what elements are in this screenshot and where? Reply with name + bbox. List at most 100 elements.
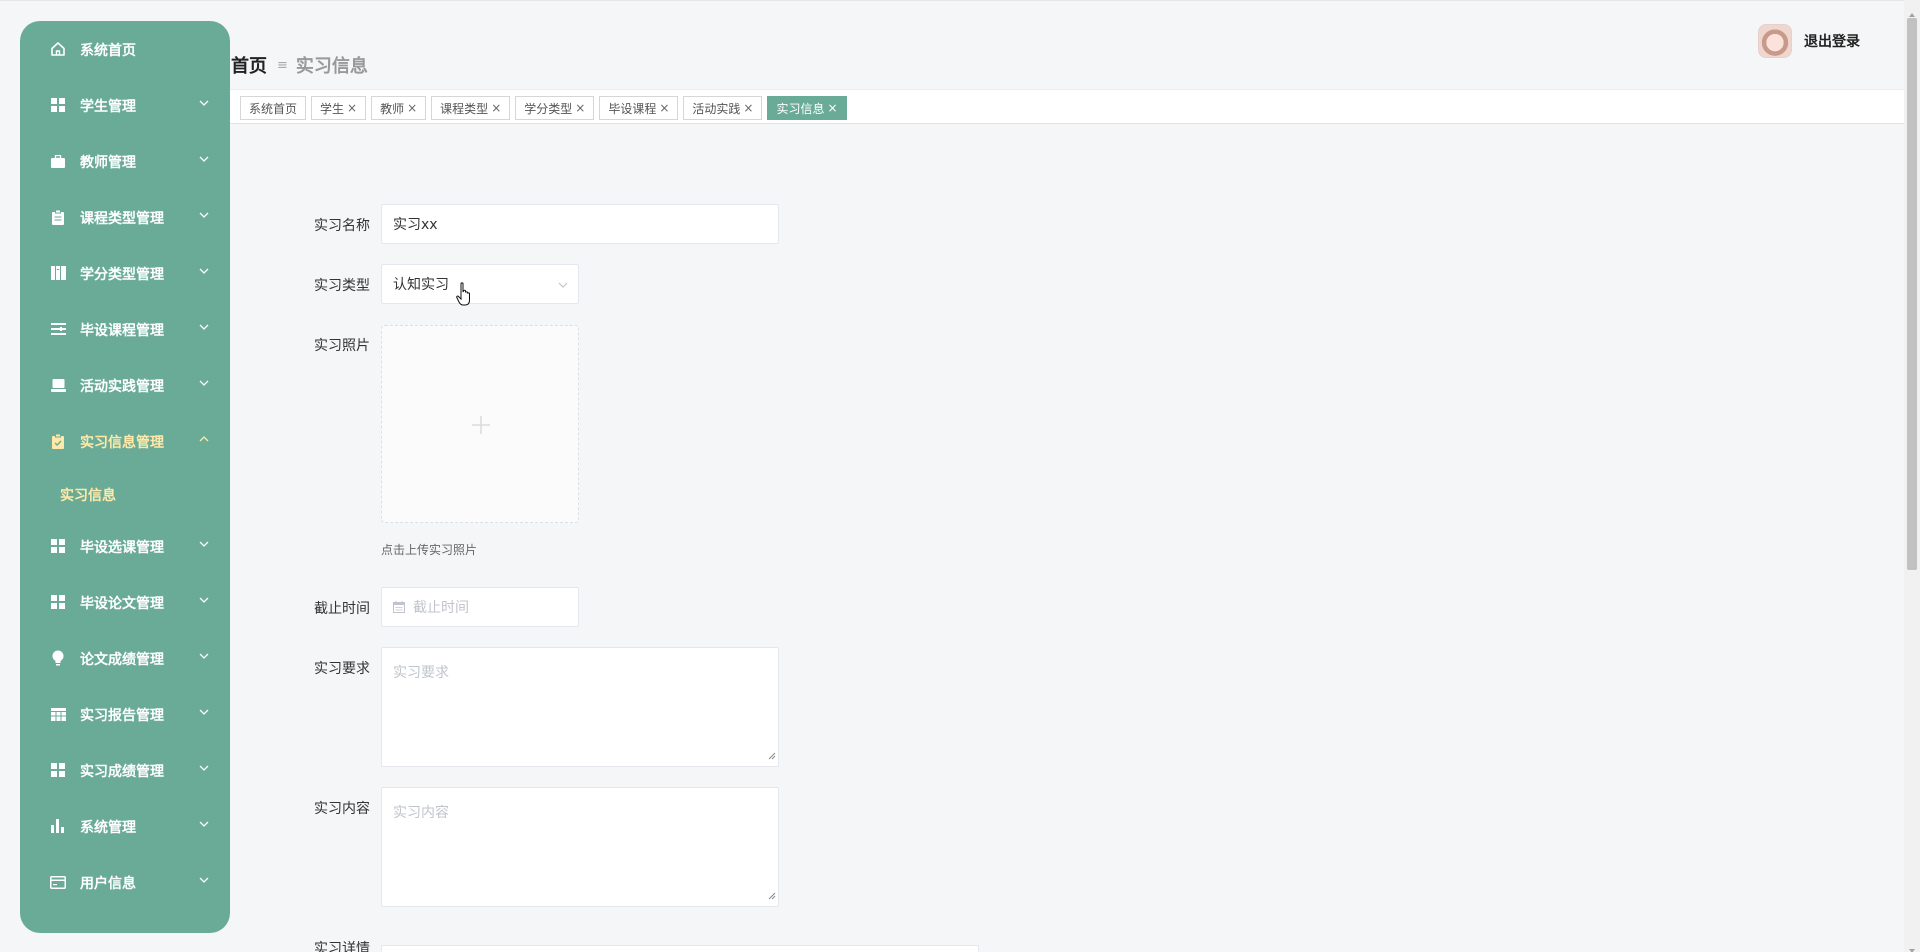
deadline-placeholder: 截止时间 <box>413 600 469 616</box>
sidebar-item-label: 用户信息 <box>80 876 136 892</box>
tab-design-courses[interactable]: 毕设课程 × <box>599 96 679 120</box>
sidebar-item-home[interactable]: 系统首页 <box>20 29 230 69</box>
close-icon[interactable]: × <box>347 101 357 115</box>
requirement-placeholder: 实习要求 <box>393 665 449 681</box>
chevron-down-icon <box>558 277 568 293</box>
avatar[interactable] <box>1758 24 1792 58</box>
type-select[interactable]: 认知实习 <box>381 264 579 304</box>
deadline-label: 截止时间 <box>314 601 370 617</box>
sidebar-item-label: 毕设论文管理 <box>80 596 164 612</box>
tab-internship-info[interactable]: 实习信息 × <box>767 96 847 120</box>
chevron-down-icon <box>198 321 210 333</box>
laptop-icon <box>50 377 66 393</box>
list-icon <box>50 321 66 337</box>
lightbulb-icon <box>50 650 66 666</box>
sidebar-item-credit-types[interactable]: 学分类型管理 <box>20 253 230 293</box>
close-icon[interactable]: × <box>743 101 753 115</box>
chevron-down-icon <box>198 818 210 830</box>
sidebar-item-internship-info[interactable]: 实习信息管理 <box>20 421 230 461</box>
sidebar-item-label: 毕设选课管理 <box>80 540 164 556</box>
clipboard-check-icon <box>50 433 66 449</box>
type-select-value: 认知实习 <box>393 277 449 293</box>
tab-students[interactable]: 学生 × <box>311 96 367 120</box>
sidebar-item-course-types[interactable]: 课程类型管理 <box>20 197 230 237</box>
sidebar-item-thesis-grades[interactable]: 论文成绩管理 <box>20 638 230 678</box>
sidebar-item-internship-grades[interactable]: 实习成绩管理 <box>20 750 230 790</box>
chevron-down-icon <box>198 538 210 550</box>
grid-icon <box>50 762 66 778</box>
sidebar-item-label: 课程类型管理 <box>80 211 164 227</box>
close-icon[interactable]: × <box>828 101 838 115</box>
tab-label: 课程类型 <box>440 101 489 116</box>
tab-label: 教师 <box>380 101 405 116</box>
breadcrumb-current: 实习信息 <box>295 56 368 77</box>
chevron-down-icon <box>198 706 210 718</box>
requirement-textarea[interactable]: 实习要求 <box>381 647 779 767</box>
tab-label: 系统首页 <box>249 101 298 116</box>
detail-editor[interactable] <box>381 945 979 952</box>
sidebar-item-activities[interactable]: 活动实践管理 <box>20 365 230 405</box>
chevron-down-icon <box>198 97 210 109</box>
breadcrumb-separator: ≡ <box>277 57 288 73</box>
tab-label: 毕设课程 <box>608 101 657 116</box>
tab-credit-types[interactable]: 学分类型 × <box>515 96 595 120</box>
grid-icon <box>50 538 66 554</box>
sidebar-item-label: 学分类型管理 <box>80 267 164 283</box>
name-input-value: 实习xx <box>393 217 438 233</box>
tab-activities[interactable]: 活动实践 × <box>683 96 763 120</box>
bar-chart-icon <box>50 818 66 834</box>
briefcase-icon <box>50 153 66 169</box>
sidebar-item-internship-reports[interactable]: 实习报告管理 <box>20 694 230 734</box>
photo-upload[interactable] <box>381 325 579 523</box>
tab-course-types[interactable]: 课程类型 × <box>431 96 511 120</box>
tab-teachers[interactable]: 教师 × <box>371 96 427 120</box>
name-label: 实习名称 <box>314 218 370 234</box>
sidebar-subitem-internship-info[interactable]: 实习信息 <box>20 476 230 512</box>
deadline-date-picker[interactable]: 截止时间 <box>381 587 579 627</box>
sidebar-item-design-courses[interactable]: 毕设课程管理 <box>20 309 230 349</box>
scroll-down-arrow-icon[interactable] <box>1908 940 1916 952</box>
breadcrumb-home[interactable]: 首页 <box>231 52 267 78</box>
resize-handle-icon[interactable] <box>768 748 776 764</box>
chevron-down-icon <box>198 874 210 886</box>
home-icon <box>50 41 66 57</box>
close-icon[interactable]: × <box>659 101 669 115</box>
tab-home[interactable]: 系统首页 <box>240 96 307 120</box>
sidebar-item-teachers[interactable]: 教师管理 <box>20 141 230 181</box>
tab-label: 学生 <box>320 101 345 116</box>
sidebar-item-design-selection[interactable]: 毕设选课管理 <box>20 526 230 566</box>
sidebar-item-design-thesis[interactable]: 毕设论文管理 <box>20 582 230 622</box>
close-icon[interactable]: × <box>575 101 585 115</box>
photo-upload-tip: 点击上传实习照片 <box>381 543 478 557</box>
page-scrollbar[interactable] <box>1904 0 1920 952</box>
user-area: 退出登录 <box>1758 24 1860 58</box>
content-placeholder: 实习内容 <box>393 805 449 821</box>
table-icon <box>50 706 66 722</box>
book-icon <box>50 265 66 281</box>
sidebar-item-user-info[interactable]: 用户信息 <box>20 862 230 902</box>
content-label: 实习内容 <box>314 801 370 817</box>
logout-button[interactable]: 退出登录 <box>1804 31 1860 51</box>
top-border <box>0 0 1920 1</box>
sidebar-item-system[interactable]: 系统管理 <box>20 806 230 846</box>
resize-handle-icon[interactable] <box>768 888 776 904</box>
close-icon[interactable]: × <box>491 101 501 115</box>
tab-label: 学分类型 <box>524 101 573 116</box>
type-label: 实习类型 <box>314 278 370 294</box>
name-input[interactable]: 实习xx <box>381 204 779 244</box>
scroll-up-arrow-icon[interactable] <box>1908 4 1916 17</box>
sidebar-item-label: 毕设课程管理 <box>80 323 164 339</box>
tabs-bar: 系统首页 学生 × 教师 × 课程类型 × 学分类型 × 毕设课程 × 活动实践 × 实习信… <box>230 89 1904 124</box>
sidebar-item-label: 系统管理 <box>80 820 136 836</box>
chevron-down-icon <box>198 594 210 606</box>
sidebar-subitem-label: 实习信息 <box>60 488 116 504</box>
chevron-down-icon <box>198 762 210 774</box>
chevron-down-icon <box>198 209 210 221</box>
close-icon[interactable]: × <box>407 101 417 115</box>
sidebar-item-label: 实习信息管理 <box>80 435 164 451</box>
sidebar-item-label: 教师管理 <box>80 155 136 171</box>
sidebar-item-students[interactable]: 学生管理 <box>20 85 230 125</box>
detail-label: 实习详情 <box>314 941 370 952</box>
content-textarea[interactable]: 实习内容 <box>381 787 779 907</box>
scrollbar-thumb[interactable] <box>1907 18 1917 570</box>
